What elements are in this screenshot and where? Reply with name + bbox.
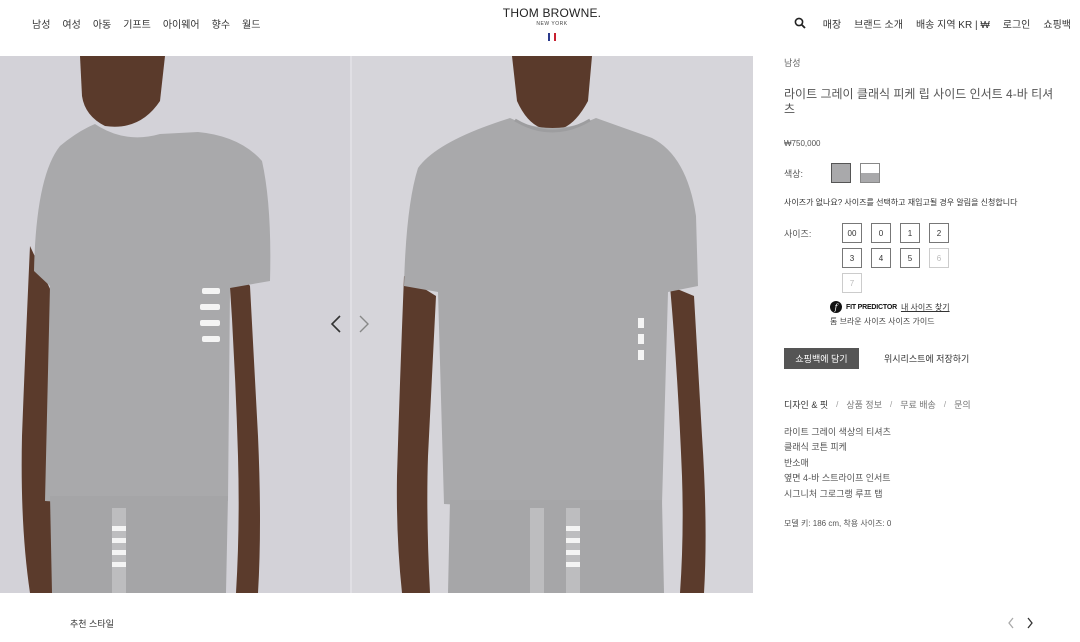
color-swatch-gray-white[interactable] [860,163,880,183]
recommended-styles-heading: 추천 스타일 [70,619,114,629]
size-option-0[interactable]: 0 [871,223,891,243]
product-details: 라이트 그레이 색상의 티셔츠 클래식 코튼 피케 반소매 옆면 4-바 스트라… [784,425,891,502]
product-photo-angle [0,56,350,593]
size-option-2[interactable]: 2 [929,223,949,243]
logo-brand-name: THOM BROWNE. [502,6,602,20]
size-restock-note: 사이즈가 없나요? 사이즈를 선택하고 재입고될 경우 알림을 신청합니다 [784,198,1018,207]
logo-city: NEW YORK [536,21,568,27]
main-nav: 남성 여성 아동 기프트 아이웨어 향수 월드 [32,16,260,31]
nav-item-world[interactable]: 월드 [242,16,260,31]
chevron-right-icon[interactable] [1026,617,1034,629]
size-option-00[interactable]: 00 [842,223,862,243]
nav-item-kids[interactable]: 아동 [93,16,111,31]
nav-item-men[interactable]: 남성 [32,16,50,31]
fit-predictor-brand: FIT PREDICTOR [846,303,897,311]
tab-free-shipping[interactable]: 무료 배송 [900,398,936,411]
nav-login[interactable]: 로그인 [1003,16,1031,31]
breadcrumb[interactable]: 남성 [784,56,801,69]
product-gallery [0,56,753,593]
tab-separator: / [836,400,839,409]
nav-stores[interactable]: 매장 [823,16,841,31]
size-option-6[interactable]: 6 [929,248,949,268]
product-price: ₩750,000 [784,139,821,148]
brand-logo[interactable]: THOM BROWNE. NEW YORK [500,6,604,41]
fit-predictor: f FIT PREDICTOR 내 사이즈 찾기 [830,301,950,313]
nav-about-brand[interactable]: 브랜드 소개 [854,16,903,31]
nav-item-gifts[interactable]: 기프트 [123,16,151,31]
nav-item-eyewear[interactable]: 아이웨어 [163,16,200,31]
detail-line: 반소매 [784,457,809,468]
add-to-bag-button[interactable]: 쇼핑백에 담기 [784,348,859,369]
tab-separator: / [889,400,893,409]
color-swatch-light-gray[interactable] [831,163,851,183]
nav-item-fragrance[interactable]: 향수 [212,16,230,31]
detail-line: 시그니처 그로그랭 루프 탭 [784,488,883,499]
product-title: 라이트 그레이 클래식 피케 립 사이드 인서트 4-바 티셔츠 [784,87,1054,116]
find-my-size-link[interactable]: 내 사이즈 찾기 [901,302,950,313]
color-label: 색상: [784,169,804,179]
tricolor-flag-icon [500,33,604,41]
size-option-3[interactable]: 3 [842,248,862,268]
detail-line: 옆면 4-바 스트라이프 인서트 [784,473,891,484]
detail-line: 라이트 그레이 색상의 티셔츠 [784,427,891,437]
size-option-1[interactable]: 1 [900,223,920,243]
tab-inquiry[interactable]: 문의 [954,398,971,411]
size-option-4[interactable]: 4 [871,248,891,268]
utility-nav: 매장 브랜드 소개 배송 지역 KR | ₩ 로그인 쇼핑백 [823,16,1071,31]
product-photo-front [352,56,753,593]
fit-predictor-logo-icon: f [830,301,842,313]
size-selector: 00 0 1 2 3 4 5 6 7 [842,223,952,293]
chevron-left-icon[interactable] [1007,617,1015,629]
size-label: 사이즈: [784,229,812,239]
nav-shopping-bag[interactable]: 쇼핑백 [1043,16,1071,31]
tab-design-fit[interactable]: 디자인 & 핏 [784,398,828,411]
product-tabs: 디자인 & 핏 / 상품 정보 / 무료 배송 / 문의 [784,398,971,411]
size-option-5[interactable]: 5 [900,248,920,268]
model-info: 모델 키: 186 cm, 착용 사이즈: 0 [784,519,892,528]
site-header: 남성 여성 아동 기프트 아이웨어 향수 월드 THOM BROWNE. NEW… [0,0,1080,56]
size-guide-link[interactable]: 톰 브라운 사이즈 사이즈 가이드 [830,316,935,327]
chevron-left-icon[interactable] [329,314,343,334]
nav-item-women[interactable]: 여성 [62,16,80,31]
save-to-wishlist-button[interactable]: 위시리스트에 저장하기 [884,352,969,365]
tab-product-info[interactable]: 상품 정보 [846,398,882,411]
nav-shipping-region[interactable]: 배송 지역 KR | ₩ [916,16,990,31]
chevron-right-icon[interactable] [357,314,371,334]
size-option-7[interactable]: 7 [842,273,862,293]
search-icon[interactable] [794,17,806,29]
detail-line: 클래식 코튼 피케 [784,442,847,453]
tab-separator: / [943,400,947,409]
